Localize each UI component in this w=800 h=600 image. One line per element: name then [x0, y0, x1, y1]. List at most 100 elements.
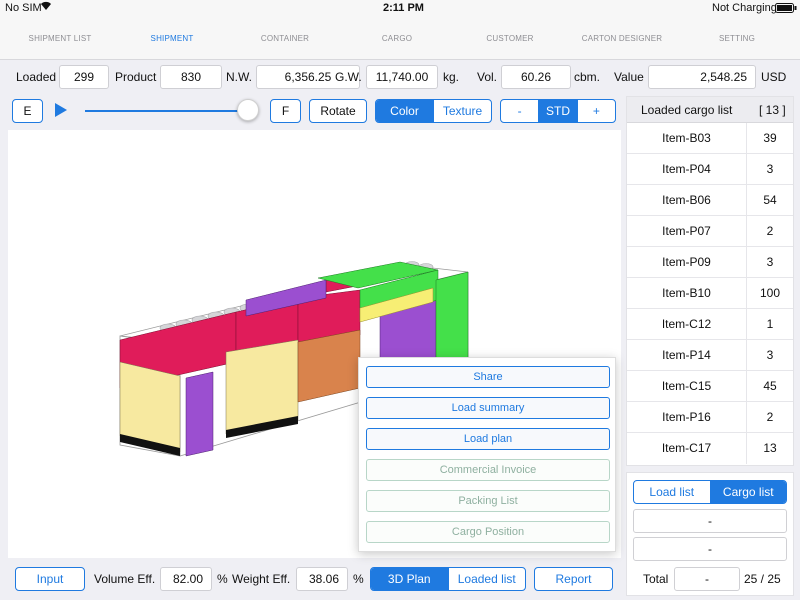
battery-icon	[775, 3, 797, 16]
item-qty: 54	[763, 193, 777, 207]
item-name: Item-P09	[627, 247, 747, 278]
cargo-position-button[interactable]: Cargo Position	[366, 521, 610, 543]
list-item[interactable]: Item-P04 3	[627, 154, 793, 185]
item-name: Item-B06	[627, 185, 747, 216]
weight-eff-label: Weight Eff.	[232, 572, 291, 586]
tab-shipment[interactable]: SHIPMENT	[151, 34, 194, 43]
tab-carton-designer[interactable]: CARTON DESIGNER	[582, 34, 663, 43]
list-footer-panel: Load list Cargo list - - Total - 25 / 25	[626, 472, 794, 596]
volume-eff-label: Volume Eff.	[94, 572, 156, 586]
zoom-in-button[interactable]: +	[576, 100, 615, 122]
cargo-list-count: [ 13 ]	[759, 103, 786, 117]
load-summary-button[interactable]: Load summary	[366, 397, 610, 419]
list-item[interactable]: Item-P16 2	[627, 402, 793, 433]
total-label: Total	[643, 572, 669, 586]
gw-value: 11,740.00	[366, 65, 438, 89]
list-field-1: -	[633, 509, 787, 533]
cargo-list-title: Loaded cargo list	[641, 103, 733, 117]
list-item[interactable]: Item-C17 13	[627, 433, 793, 464]
item-qty: 3	[766, 348, 774, 362]
cargo-list-toggle[interactable]: Cargo list	[709, 481, 786, 503]
nw-label: N.W.	[226, 70, 252, 84]
3d-plan-toggle[interactable]: 3D Plan	[371, 568, 448, 590]
item-qty: 2	[766, 224, 774, 238]
carrier-text: No SIM	[5, 2, 42, 14]
gw-label: G.W.	[335, 70, 362, 84]
list-item[interactable]: Item-B06 54	[627, 185, 793, 216]
battery-status-text: Not Charging	[712, 2, 777, 14]
total-value: -	[674, 567, 740, 591]
vol-label: Vol.	[477, 70, 498, 84]
product-value: 830	[160, 65, 222, 89]
play-icon[interactable]	[55, 103, 67, 117]
packing-list-button[interactable]: Packing List	[366, 490, 610, 512]
zoom-control: - STD +	[500, 99, 616, 123]
share-button[interactable]: Share	[366, 366, 610, 388]
volume-eff-value: 82.00	[160, 567, 212, 591]
item-name: Item-P14	[627, 340, 747, 371]
item-qty: 45	[763, 379, 777, 393]
list-item[interactable]: Item-P09 3	[627, 247, 793, 278]
tab-shipment-list[interactable]: SHIPMENT LIST	[29, 34, 92, 43]
texture-toggle[interactable]: Texture	[433, 100, 491, 122]
animation-slider-track[interactable]	[85, 110, 248, 112]
bottom-toolbar: Input Volume Eff. 82.00 % Weight Eff. 38…	[0, 564, 622, 596]
currency-label: USD	[761, 70, 787, 84]
input-button[interactable]: Input	[15, 567, 85, 591]
export-popup-menu: Share Load summary Load plan Commercial …	[358, 357, 616, 552]
item-name: Item-B03	[627, 123, 747, 154]
animation-slider-thumb[interactable]	[237, 99, 259, 121]
f-button[interactable]: F	[270, 99, 301, 123]
loaded-value: 299	[59, 65, 109, 89]
shipment-summary: Loaded 299 Product 830 N.W. 6,356.25 G.W…	[0, 60, 800, 96]
list-item[interactable]: Item-C12 1	[627, 309, 793, 340]
color-texture-toggle: Color Texture	[375, 99, 492, 123]
item-qty: 13	[763, 441, 777, 455]
list-item[interactable]: Item-P07 2	[627, 216, 793, 247]
value-value: 2,548.25	[648, 65, 756, 89]
item-name: Item-C15	[627, 371, 747, 402]
zoom-out-button[interactable]: -	[501, 100, 538, 122]
list-item[interactable]: Item-B10 100	[627, 278, 793, 309]
weight-eff-value: 38.06	[296, 567, 348, 591]
vol-unit: cbm.	[574, 70, 601, 84]
item-qty: 1	[766, 317, 774, 331]
weight-eff-unit: %	[353, 572, 364, 586]
tab-customer[interactable]: CUSTOMER	[486, 34, 533, 43]
list-type-toggle: Load list Cargo list	[633, 480, 787, 504]
report-button[interactable]: Report	[534, 567, 613, 591]
view-mode-toggle: 3D Plan Loaded list	[370, 567, 526, 591]
main-nav: SHIPMENT LIST SHIPMENT CONTAINER CARGO C…	[0, 18, 800, 60]
loaded-label: Loaded	[16, 70, 57, 84]
item-qty: 39	[763, 131, 777, 145]
item-name: Item-P16	[627, 402, 747, 433]
item-name: Item-P04	[627, 154, 747, 185]
rotate-button[interactable]: Rotate	[309, 99, 367, 123]
item-name: Item-C17	[627, 433, 747, 464]
list-item[interactable]: Item-C15 45	[627, 371, 793, 402]
commercial-invoice-button[interactable]: Commercial Invoice	[366, 459, 610, 481]
list-item[interactable]: Item-P14 3	[627, 340, 793, 371]
item-name: Item-P07	[627, 216, 747, 247]
color-toggle[interactable]: Color	[376, 100, 433, 122]
cargo-list-header: Loaded cargo list [ 13 ]	[627, 97, 793, 123]
loaded-list-toggle[interactable]: Loaded list	[447, 568, 526, 590]
loaded-cargo-list: Loaded cargo list [ 13 ] Item-B03 39 Item…	[626, 96, 794, 466]
vol-value: 60.26	[501, 65, 571, 89]
load-list-toggle[interactable]: Load list	[634, 481, 710, 503]
zoom-std-button[interactable]: STD	[538, 100, 577, 122]
tab-setting[interactable]: SETTING	[719, 34, 755, 43]
product-label: Product	[115, 70, 157, 84]
wifi-icon	[40, 1, 52, 14]
item-name: Item-B10	[627, 278, 747, 309]
tab-cargo[interactable]: CARGO	[382, 34, 412, 43]
status-bar: No SIM 2:11 PM Not Charging	[0, 0, 800, 18]
weight-unit: kg.	[443, 70, 460, 84]
list-item[interactable]: Item-B03 39	[627, 123, 793, 154]
volume-eff-unit: %	[217, 572, 228, 586]
load-plan-button[interactable]: Load plan	[366, 428, 610, 450]
item-qty: 3	[766, 255, 774, 269]
item-name: Item-C12	[627, 309, 747, 340]
e-button[interactable]: E	[12, 99, 43, 123]
tab-container[interactable]: CONTAINER	[261, 34, 309, 43]
